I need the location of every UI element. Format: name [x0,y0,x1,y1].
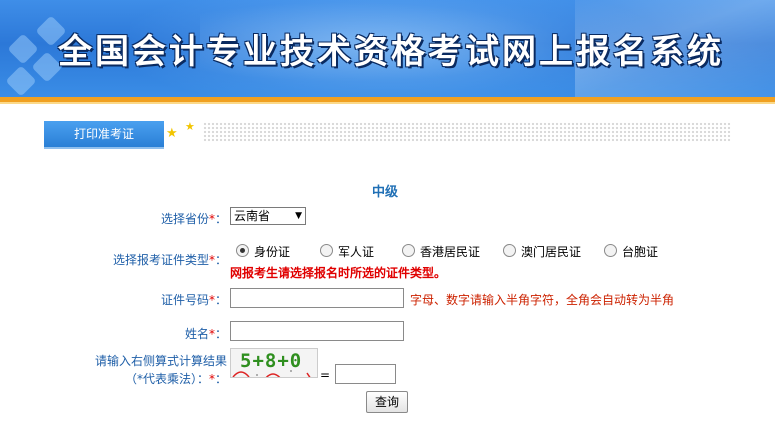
radio-icon [320,244,333,257]
select-arrow-icon: ▼ [295,211,302,221]
radio-label: 澳门居民证 [521,245,582,259]
radio-icon [402,244,415,257]
required-mark: * [208,253,215,267]
province-select[interactable]: 云南省 ▼ [230,207,306,225]
radio-icon [604,244,617,257]
tab-print-admission-ticket[interactable]: 打印准考证 [44,121,164,147]
dotted-divider [203,122,731,142]
radio-macau-card[interactable]: 澳门居民证 [503,243,581,260]
id-type-label: 选择报考证件类型*： [112,253,227,267]
name-label: 姓名*： [184,327,227,341]
required-mark: * [208,372,215,386]
header-banner: 全国会计专业技术资格考试网上报名系统 [0,0,775,97]
captcha-input[interactable] [335,364,396,384]
captcha-label-line1: 请输入右侧算式计算结果 [94,354,227,368]
captcha-image: 5+8+0 [230,348,318,378]
radio-taiwan-card[interactable]: 台胞证 [604,243,658,260]
province-label: 选择省份*： [160,212,227,226]
name-input[interactable] [230,321,404,341]
radio-icon [503,244,516,257]
radio-military-card[interactable]: 军人证 [320,243,374,260]
province-select-value: 云南省 [234,209,271,223]
exam-level-heading: 中级 [372,185,399,200]
id-number-hint: 字母、数字请输入半角字符，全角会自动转为半角 [410,293,675,307]
system-title: 全国会计专业技术资格考试网上报名系统 [58,32,724,72]
banner-divider-light [0,102,775,104]
id-number-label: 证件号码*： [160,293,227,307]
radio-icon [236,244,249,257]
required-mark: * [208,212,215,226]
star-icon: ★ [185,120,195,133]
star-icon: ★ [166,126,178,141]
captcha-label-line2-text: （*代表乘法）： [124,372,209,386]
required-mark: * [208,327,215,341]
captcha-label-line2: （*代表乘法）：*： [124,372,227,386]
id-type-warning: 网报考生请选择报名时所选的证件类型。 [230,266,447,280]
radio-hong-kong-card[interactable]: 香港居民证 [402,243,480,260]
radio-label: 军人证 [338,245,375,259]
radio-label: 身份证 [254,245,291,259]
radio-label: 台胞证 [622,245,659,259]
captcha-equals: = [320,368,331,382]
captcha-expression: 5+8+0 [240,350,303,372]
name-label-text: 姓名 [184,327,209,341]
id-number-label-text: 证件号码 [160,293,209,307]
banner-hexagon-decoration [7,33,39,65]
id-type-label-text: 选择报考证件类型 [112,253,209,267]
province-label-text: 选择省份 [160,212,209,226]
query-button[interactable]: 查询 [366,391,408,413]
required-mark: * [208,293,215,307]
radio-id-card[interactable]: 身份证 [236,243,290,260]
id-number-input[interactable] [230,288,404,308]
banner-hexagon-decoration [5,65,37,97]
radio-label: 香港居民证 [420,245,481,259]
